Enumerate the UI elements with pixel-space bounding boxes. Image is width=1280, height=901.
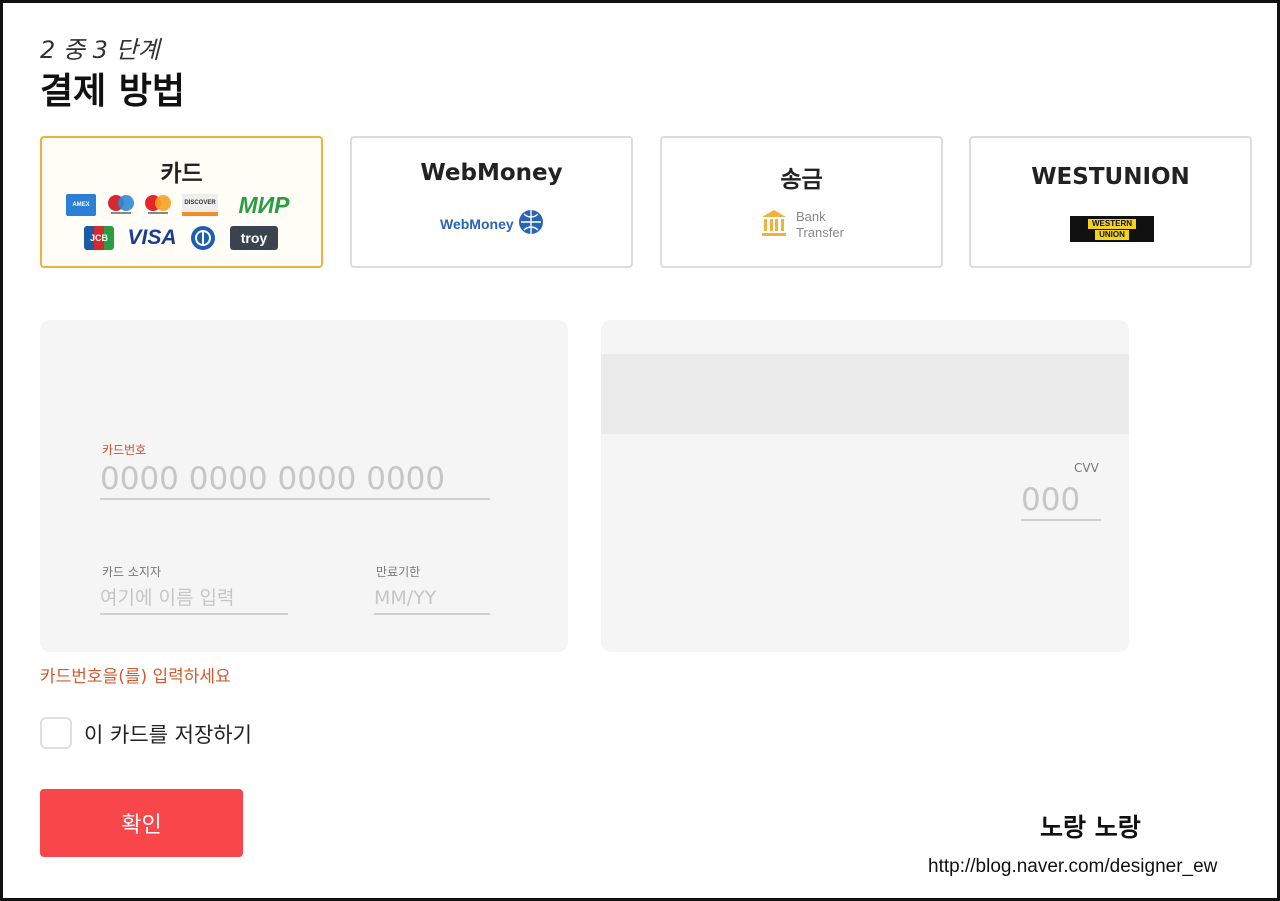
maestro-icon	[106, 194, 136, 216]
diners-club-icon	[188, 225, 218, 251]
card-holder-label: 카드 소지자	[102, 565, 162, 579]
bank-transfer-logo-line2: Transfer	[796, 225, 844, 240]
western-union-logo: WESTERN UNION	[1070, 216, 1154, 242]
save-card-label[interactable]: 이 카드를 저장하기	[84, 719, 252, 749]
cvv-label: CVV	[1074, 461, 1099, 475]
mastercard-icon	[143, 194, 173, 216]
card-front-panel: 카드번호 카드 소지자 만료기한	[40, 320, 568, 652]
method-bank-transfer-label: 송금	[780, 167, 823, 193]
method-bank-transfer[interactable]: 송금 Bank Transfer	[660, 136, 943, 268]
watermark-name: 노랑 노랑	[1040, 813, 1141, 842]
bank-icon	[760, 208, 788, 238]
method-westunion[interactable]: WESTUNION WESTERN UNION	[969, 136, 1252, 268]
western-union-logo-line1: WESTERN	[1088, 218, 1136, 229]
globe-icon	[518, 209, 544, 240]
method-webmoney[interactable]: WebMoney WebMoney	[350, 136, 633, 268]
mir-icon: МИР	[238, 191, 290, 218]
magnetic-stripe	[601, 354, 1129, 434]
jcb-icon: JCB	[84, 226, 114, 250]
visa-icon: VISA	[127, 226, 177, 249]
card-holder-input[interactable]	[100, 583, 288, 615]
card-back-panel: CVV	[601, 320, 1129, 652]
western-union-logo-line2: UNION	[1095, 229, 1129, 240]
method-westunion-label: WESTUNION	[1031, 164, 1190, 190]
confirm-button[interactable]: 확인	[40, 789, 243, 857]
webmoney-logo-text: WebMoney	[440, 216, 514, 232]
troy-icon: troy	[230, 226, 278, 250]
amex-icon: AMEX	[66, 194, 96, 216]
expiry-input[interactable]	[374, 583, 490, 615]
step-indicator: 2 중 3 단계	[40, 36, 160, 64]
bank-transfer-logo-line1: Bank	[796, 209, 826, 224]
cvv-input[interactable]	[1021, 480, 1101, 521]
expiry-label: 만료기한	[376, 565, 421, 579]
method-webmoney-label: WebMoney	[420, 160, 563, 186]
card-number-input[interactable]	[100, 460, 490, 500]
card-number-error: 카드번호을(를) 입력하세요	[40, 667, 231, 687]
watermark-url: http://blog.naver.com/designer_ew	[928, 856, 1218, 877]
method-card[interactable]: 카드 AMEX DISCOVER МИР JCB VISA troy	[40, 136, 323, 268]
card-number-label: 카드번호	[102, 443, 147, 457]
save-card-checkbox[interactable]	[40, 717, 72, 749]
webmoney-logo: WebMoney	[440, 209, 544, 240]
page-title: 결제 방법	[40, 71, 186, 112]
method-card-label: 카드	[160, 161, 203, 187]
discover-icon: DISCOVER	[182, 194, 218, 216]
